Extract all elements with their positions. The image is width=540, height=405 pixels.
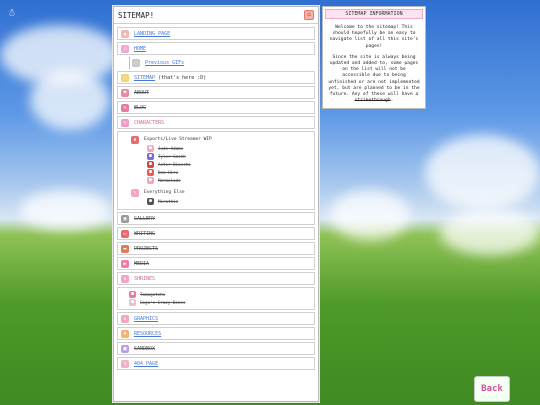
info-paragraph-1: Welcome to the sitemap! This should hope… — [329, 25, 419, 49]
shrines-expanded: ● Tamagotchi ● Gogo's Crazy Bones — [117, 287, 315, 310]
sitemap-item-graphics[interactable]: ★ GRAPHICS — [117, 312, 315, 325]
sitemap-title-bar: SITEMAP! ⌂ — [114, 7, 318, 24]
characters-group-esports: ♜ Esports/Live Streamer WIP ● Jude Adams… — [131, 135, 311, 184]
character-icon: ● — [147, 176, 154, 184]
info-paragraph-2: Since the site is always being updated a… — [328, 54, 420, 104]
sitemap-note: (that's here :D) — [158, 74, 207, 81]
home-link[interactable]: HOME — [134, 46, 146, 52]
strikethrough-example: strikethrough — [354, 98, 391, 104]
pencil-icon: ✎ — [121, 118, 129, 127]
shrine-item: ● Gogo's Crazy Bones — [129, 298, 186, 306]
characters-expanded: ♜ Esports/Live Streamer WIP ● Jude Adams… — [117, 131, 315, 210]
media-icon: ▶ — [121, 259, 129, 268]
sitemap-item-projects: ▬ PROJECTS — [117, 242, 315, 255]
info-title: SITEMAP INFORMATION — [325, 9, 423, 19]
tamagotchi-icon: ● — [129, 290, 136, 298]
character-item: ● Aster Bianchi — [147, 160, 191, 168]
sitemap-title: SITEMAP! — [118, 10, 155, 20]
tv-icon: ▢ — [132, 59, 140, 67]
home-icon: ⌂ — [121, 44, 129, 53]
book-icon: ▭ — [121, 229, 129, 238]
character-item: ● Tyler Smith — [147, 152, 186, 160]
character-icon: ● — [147, 160, 154, 168]
group-title: Esports/Live Streamer WIP — [144, 137, 212, 142]
projects-label: PROJECTS — [134, 245, 159, 252]
resources-link[interactable]: RESOURCES — [134, 331, 161, 337]
character-item: ● Bea Hiro — [147, 168, 179, 176]
star-icon: ★ — [121, 314, 129, 323]
castle-icon: ♜ — [131, 135, 139, 144]
characters-group-everything-else: ✎ Everything Else ● Mirothin — [131, 188, 311, 205]
map-icon: □ — [121, 73, 129, 82]
sitemap-link[interactable]: SITEMAP — [134, 75, 155, 81]
writing-label: WRITING — [134, 230, 156, 237]
camera-icon: ▣ — [121, 214, 129, 223]
shrines-group: ● Tamagotchi ● Gogo's Crazy Bones — [125, 290, 311, 306]
character-icon: ● — [147, 152, 154, 160]
sitemap-item-shrines[interactable]: ★ SHRINES — [117, 272, 315, 285]
sitemap-item-media: ▶ MEDIA — [117, 257, 315, 270]
character-item: ● Mirothin — [147, 197, 179, 205]
sitemap-item-blog: ✎ BLOG — [117, 101, 315, 114]
pencil-icon: ✎ — [131, 188, 139, 197]
sitemap-item-about: ♥ ABOUT — [117, 86, 315, 99]
previous-gifs-link[interactable]: Previous GIFs — [145, 60, 184, 66]
back-button[interactable]: Back — [474, 376, 510, 402]
pencil-icon: ✎ — [121, 359, 129, 368]
sandbox-icon: ■ — [121, 344, 129, 353]
character-icon: ● — [147, 144, 154, 152]
character-item: ● Jude Adams — [147, 144, 184, 152]
blog-label: BLOG — [134, 104, 147, 111]
characters-label: CHARACTERS — [134, 119, 165, 126]
landing-page-link[interactable]: LANDING PAGE — [134, 31, 170, 37]
about-label: ABOUT — [134, 89, 150, 96]
sitemap-item-sandbox: ■ SANDBOX — [117, 342, 315, 355]
resource-icon: ♦ — [121, 329, 129, 338]
sitemap-info-panel: SITEMAP INFORMATION Welcome to the sitem… — [322, 6, 426, 109]
heart-icon: ♥ — [121, 88, 129, 97]
sandbox-label: SANDBOX — [134, 345, 156, 352]
pen-icon: ✎ — [121, 103, 129, 112]
character-item: ● Marmalade — [147, 176, 181, 184]
page-404-link[interactable]: 404 PAGE — [134, 361, 158, 367]
back-button-label: Back — [481, 384, 503, 394]
character-icon: ● — [147, 168, 154, 176]
sitemap-item-gallery: ▣ GALLERY — [117, 212, 315, 225]
sitemap-item-writing: ▭ WRITING — [117, 227, 315, 240]
character-icon: ● — [147, 197, 154, 205]
bones-icon: ● — [129, 298, 136, 306]
shrines-label: SHRINES — [134, 275, 156, 282]
sitemap-item-resources[interactable]: ♦ RESOURCES — [117, 327, 315, 340]
graphics-link[interactable]: GRAPHICS — [134, 316, 158, 322]
sitemap-item-404[interactable]: ✎ 404 PAGE — [117, 357, 315, 370]
mushroom-icon: ▲ — [121, 29, 129, 38]
house-icon: ⌂ — [304, 10, 314, 20]
media-label: MEDIA — [134, 260, 150, 267]
shrine-item: ● Tamagotchi — [129, 290, 166, 298]
sitemap-subitem-previous-gifs[interactable]: ▢ Previous GIFs — [129, 57, 315, 69]
sitemap-item-characters[interactable]: ✎ CHARACTERS — [117, 116, 315, 129]
sitemap-panel: SITEMAP! ⌂ ▲ LANDING PAGE ⌂ HOME ▢ Previ… — [113, 6, 319, 402]
shrine-icon: ★ — [121, 274, 129, 283]
group-title: Everything Else — [144, 190, 185, 195]
desktop-icon[interactable]: ☃ — [6, 8, 18, 20]
sitemap-item-home[interactable]: ⌂ HOME — [117, 42, 315, 55]
folder-icon: ▬ — [121, 244, 129, 253]
sitemap-item-landing-page[interactable]: ▲ LANDING PAGE — [117, 27, 315, 40]
info-text: Welcome to the sitemap! This should hope… — [323, 21, 425, 113]
gallery-label: GALLERY — [134, 215, 156, 222]
sitemap-item-sitemap[interactable]: □ SITEMAP (that's here :D) — [117, 71, 315, 84]
